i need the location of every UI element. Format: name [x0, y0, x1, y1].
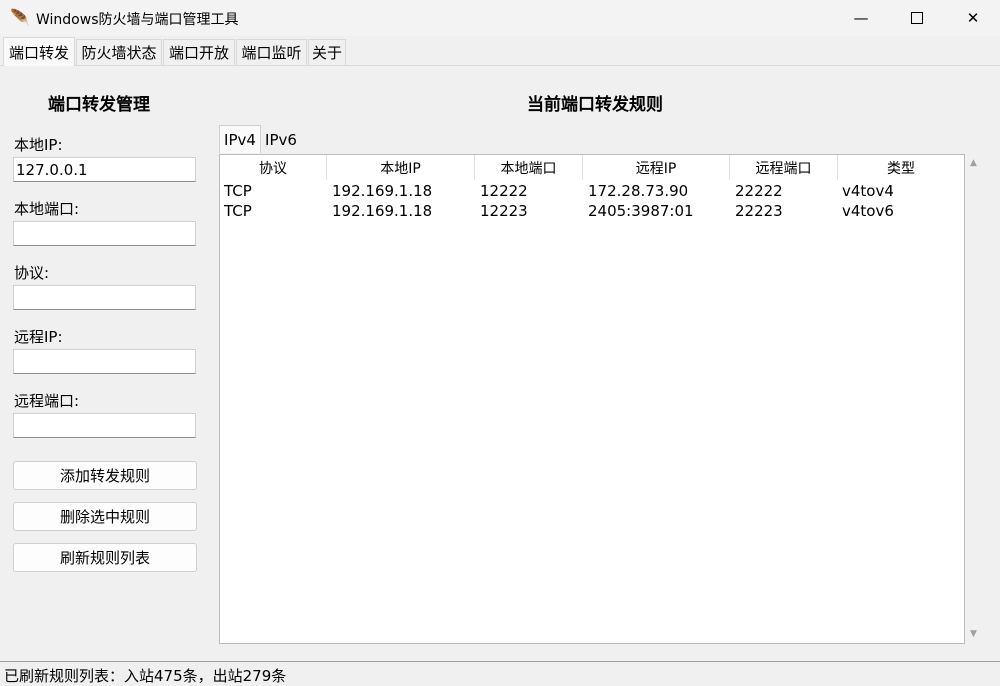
maximize-button[interactable]: [889, 0, 945, 36]
add-rule-button[interactable]: 添加转发规则: [13, 461, 197, 490]
window-title: Windows防火墙与端口管理工具: [36, 12, 239, 28]
cell-remote-port: 22222: [735, 182, 783, 200]
tab-ipv6[interactable]: IPv6: [262, 127, 300, 153]
cell-protocol: TCP: [224, 182, 252, 200]
protocol-label: 协议:: [14, 264, 50, 282]
cell-type: v4tov4: [842, 182, 894, 200]
column-header-local-ip[interactable]: 本地IP: [327, 155, 475, 180]
status-text: 已刷新规则列表：入站475条，出站279条: [4, 667, 287, 685]
refresh-rules-button[interactable]: 刷新规则列表: [13, 543, 197, 572]
delete-rule-button[interactable]: 删除选中规则: [13, 502, 197, 531]
status-bar: 已刷新规则列表：入站475条，出站279条: [0, 661, 1000, 686]
remote-ip-label: 远程IP:: [14, 328, 63, 346]
right-panel-heading: 当前端口转发规则: [527, 95, 663, 115]
cell-type: v4tov6: [842, 202, 894, 220]
tab-about[interactable]: 关于: [308, 39, 346, 65]
minimize-button[interactable]: —: [833, 0, 889, 36]
scroll-down-icon[interactable]: ▼: [970, 629, 977, 639]
column-header-remote-ip[interactable]: 远程IP: [583, 155, 730, 180]
close-button[interactable]: ✕: [945, 0, 1000, 36]
main-tabs: 端口转发 防火墙状态 端口开放 端口监听 关于: [0, 37, 1000, 66]
protocol-field[interactable]: [13, 285, 196, 310]
scroll-up-icon[interactable]: ▲: [970, 158, 977, 168]
tab-port-listen[interactable]: 端口监听: [236, 39, 307, 65]
remote-port-field[interactable]: [13, 413, 196, 438]
tab-ipv4[interactable]: IPv4: [219, 125, 261, 153]
tab-port-open[interactable]: 端口开放: [163, 39, 235, 65]
table-header: 协议 本地IP 本地端口 远程IP 远程端口 类型: [220, 155, 964, 180]
feather-icon: 🪶: [10, 8, 30, 27]
local-port-field[interactable]: [13, 221, 196, 246]
close-icon: ✕: [966, 9, 980, 27]
title-bar: 🪶 Windows防火墙与端口管理工具 — ✕: [0, 0, 1000, 36]
rules-table: 协议 本地IP 本地端口 远程IP 远程端口 类型 TCP 192.169.1.…: [219, 154, 965, 644]
remote-ip-field[interactable]: [13, 349, 196, 374]
cell-protocol: TCP: [224, 202, 252, 220]
left-panel-heading: 端口转发管理: [48, 95, 150, 115]
cell-remote-port: 22223: [735, 202, 783, 220]
column-header-remote-port[interactable]: 远程端口: [730, 155, 838, 180]
cell-local-ip: 192.169.1.18: [332, 182, 433, 200]
column-header-type[interactable]: 类型: [838, 155, 964, 180]
cell-local-ip: 192.169.1.18: [332, 202, 433, 220]
cell-local-port: 12223: [480, 202, 528, 220]
cell-remote-ip: 172.28.73.90: [588, 182, 689, 200]
local-ip-field[interactable]: 127.0.0.1: [13, 157, 196, 182]
column-header-protocol[interactable]: 协议: [220, 155, 327, 180]
local-ip-label: 本地IP:: [14, 136, 63, 154]
cell-remote-ip: 2405:3987:01: [588, 202, 694, 220]
maximize-icon: [911, 12, 923, 24]
cell-local-port: 12222: [480, 182, 528, 200]
column-header-local-port[interactable]: 本地端口: [475, 155, 583, 180]
table-row[interactable]: TCP 192.169.1.18 12222 172.28.73.90 2222…: [220, 181, 964, 201]
remote-port-label: 远程端口:: [14, 392, 80, 410]
tab-port-forwarding[interactable]: 端口转发: [3, 37, 75, 66]
local-port-label: 本地端口:: [14, 200, 80, 218]
vertical-scrollbar[interactable]: ▲ ▼: [966, 154, 984, 644]
tab-firewall-status[interactable]: 防火墙状态: [76, 39, 162, 65]
table-row[interactable]: TCP 192.169.1.18 12223 2405:3987:01 2222…: [220, 201, 964, 221]
minimize-icon: —: [853, 9, 869, 27]
